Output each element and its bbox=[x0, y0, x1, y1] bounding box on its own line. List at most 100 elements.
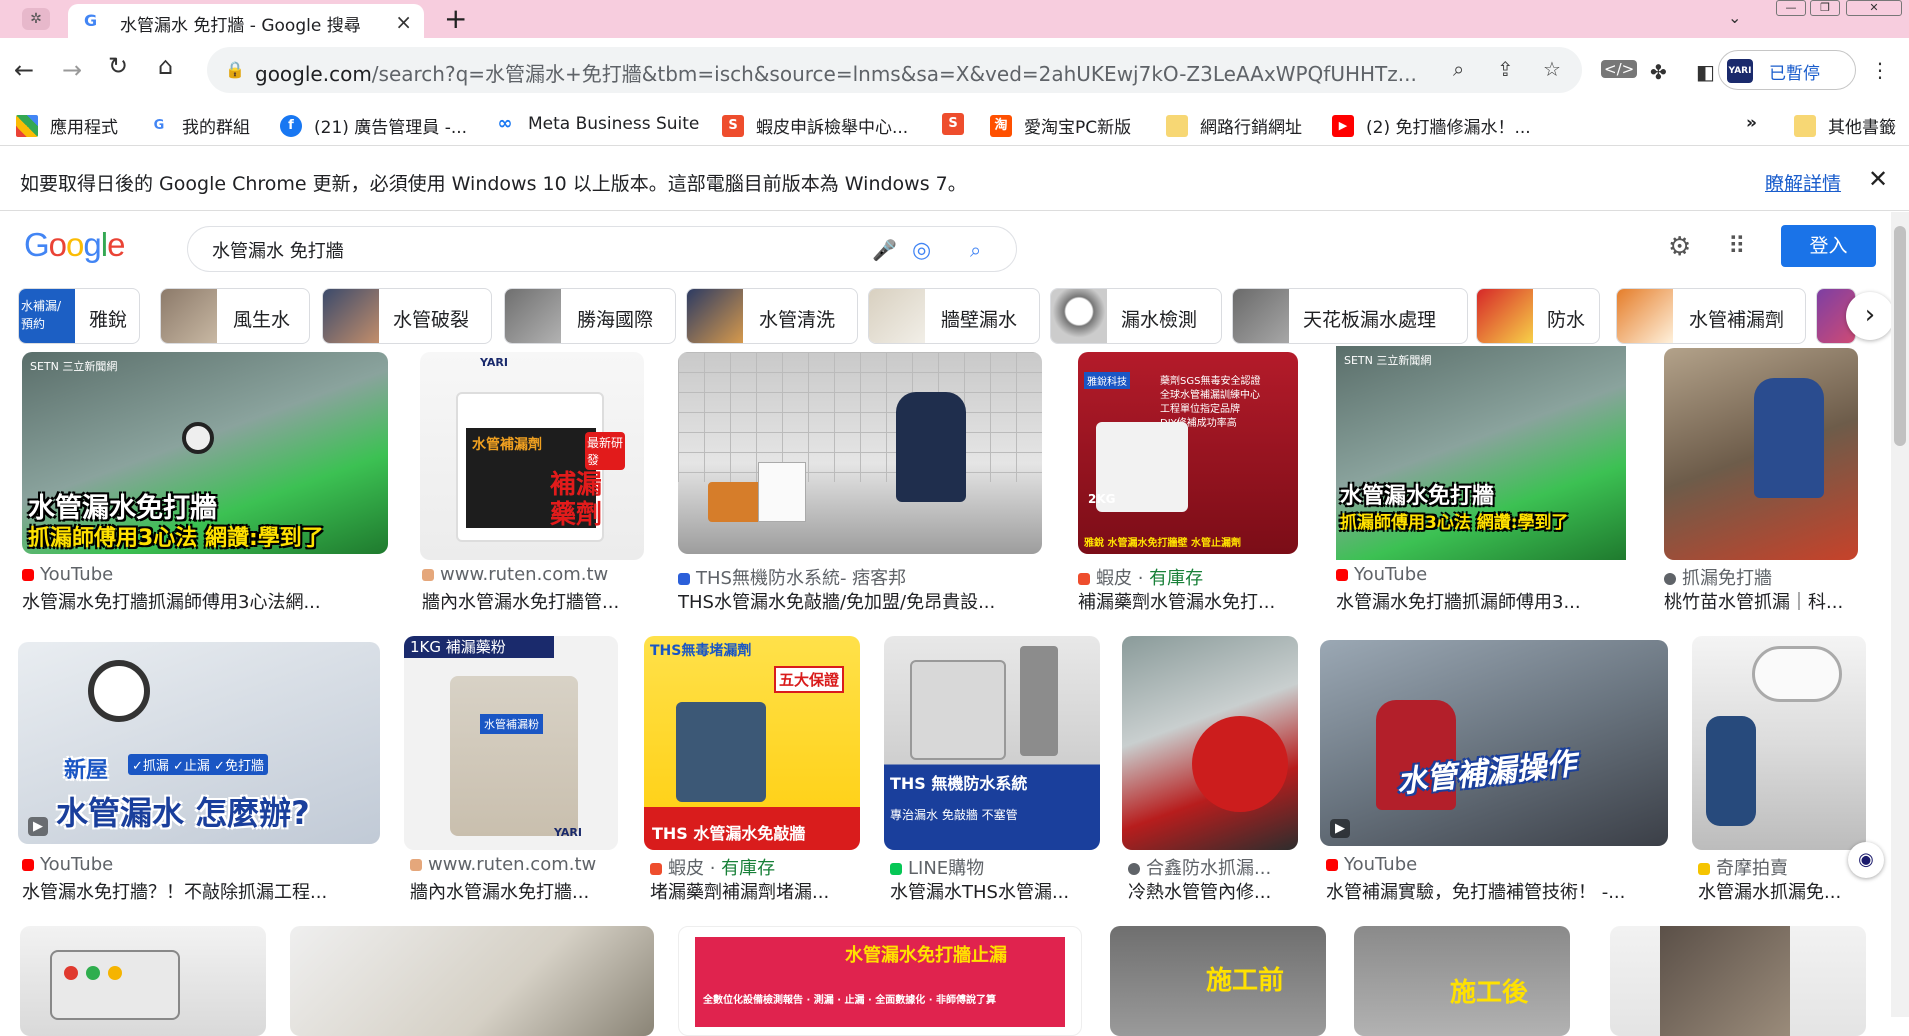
chip-ceiling-leak[interactable]: 天花板漏水處理 bbox=[1232, 288, 1468, 344]
result-source[interactable]: YouTube bbox=[1326, 854, 1417, 875]
result-thumbnail[interactable]: THS無毒堵漏劑 五大保證 THS 水管漏水免敲牆 bbox=[644, 636, 860, 850]
chip-pipe-cleaning[interactable]: 水管清洗 bbox=[686, 288, 858, 344]
result-caption[interactable]: 牆內水管漏水免打牆... bbox=[410, 878, 618, 904]
result-source[interactable]: YouTube bbox=[1336, 564, 1427, 585]
bookmark-other[interactable]: 其他書籤 bbox=[1794, 113, 1896, 138]
bookmarks-overflow-button[interactable]: » bbox=[1746, 113, 1757, 137]
result-thumbnail[interactable]: 1KG 補漏藥粉 水管補漏粉 YARI bbox=[404, 636, 618, 850]
chatgpt-app-icon[interactable]: ✲ bbox=[22, 8, 50, 30]
bookmark-my-groups[interactable]: G 我的群組 bbox=[148, 113, 250, 138]
learn-more-link[interactable]: 瞭解詳情 bbox=[1765, 169, 1841, 196]
voice-search-icon[interactable]: 🎤 bbox=[872, 238, 897, 262]
tab-close-icon[interactable]: × bbox=[395, 10, 412, 34]
chip-waterproof[interactable]: 防水 bbox=[1476, 288, 1600, 344]
result-caption[interactable]: 水管漏水免打牆抓漏師傅用3... bbox=[1336, 588, 1626, 614]
chrome-menu-icon[interactable]: ⋮ bbox=[1870, 58, 1890, 82]
image-result[interactable]: THS無毒堵漏劑 五大保證 THS 水管漏水免敲牆 蝦皮 · 有庫存 堵漏藥劑補… bbox=[644, 636, 864, 906]
browser-tab-active[interactable]: G 水管漏水 免打牆 - Google 搜尋 × bbox=[68, 4, 424, 38]
result-caption[interactable]: 補漏藥劑水管漏水免打... bbox=[1078, 588, 1298, 614]
bookmark-shopee[interactable]: S bbox=[942, 113, 976, 137]
search-box[interactable]: 🎤 ◎ ⌕ bbox=[187, 226, 1017, 272]
result-source[interactable]: 蝦皮 · 有庫存 bbox=[650, 854, 775, 880]
image-result[interactable]: 施工前 bbox=[1110, 926, 1326, 1036]
result-source[interactable]: 奇摩拍賣 bbox=[1698, 854, 1788, 880]
result-caption[interactable]: 牆內水管漏水免打牆管... bbox=[422, 588, 644, 614]
result-caption[interactable]: 桃竹苗水管抓漏｜科... bbox=[1664, 588, 1858, 614]
google-logo[interactable]: Google bbox=[24, 226, 125, 264]
result-thumbnail[interactable]: SETN 三立新聞網 水管漏水免打牆 抓漏師傅用3心法 網讚:學到了 bbox=[1336, 346, 1626, 560]
image-result[interactable]: 抓漏免打牆 桃竹苗水管抓漏｜科... bbox=[1664, 348, 1860, 614]
result-source[interactable]: www.ruten.com.tw bbox=[410, 854, 596, 875]
minimize-icon[interactable]: — bbox=[1776, 0, 1806, 16]
scrollbar-thumb[interactable] bbox=[1894, 226, 1906, 446]
extensions-puzzle-icon[interactable]: ✤ bbox=[1650, 60, 1667, 84]
result-thumbnail[interactable] bbox=[20, 926, 266, 1036]
result-thumbnail[interactable] bbox=[1610, 926, 1866, 1036]
image-result[interactable]: SETN 三立新聞網 水管漏水免打牆 抓漏師傅用3心法 網讚:學到了 YouTu… bbox=[22, 352, 392, 613]
tab-search-icon[interactable]: ⌄ bbox=[1728, 8, 1741, 27]
chip-wall-leak[interactable]: 牆壁漏水 bbox=[868, 288, 1040, 344]
side-panel-icon[interactable]: ◧ bbox=[1696, 60, 1715, 84]
result-thumbnail[interactable] bbox=[290, 926, 654, 1036]
image-result[interactable]: 水管補漏劑 補漏藥劑 最新研發 YARI www.ruten.com.tw 牆內… bbox=[420, 352, 650, 614]
result-caption[interactable]: THS水管漏水免敲牆/免加盟/免昂貴設... bbox=[678, 588, 1042, 614]
image-result[interactable]: THS無機防水系統- 痞客邦 THS水管漏水免敲牆/免加盟/免昂貴設... bbox=[678, 352, 1048, 614]
back-arrow-icon[interactable]: ← bbox=[14, 56, 34, 84]
restore-icon[interactable]: ❐ bbox=[1810, 0, 1840, 16]
result-caption[interactable]: 水管補漏實驗，免打牆補管技術！ -... bbox=[1326, 878, 1666, 904]
bookmark-star-icon[interactable]: ☆ bbox=[1543, 57, 1561, 81]
address-bar[interactable]: 🔒 google.com/search?q=水管漏水+免打牆&tbm=isch&… bbox=[207, 47, 1582, 93]
bookmark-apps[interactable]: 應用程式 bbox=[16, 113, 118, 138]
share-icon[interactable]: ⇪ bbox=[1497, 57, 1514, 81]
result-caption[interactable]: 堵漏藥劑補漏劑堵漏... bbox=[650, 878, 860, 904]
result-source[interactable]: YouTube bbox=[22, 564, 113, 585]
chip-yarui[interactable]: 水補漏/預約 雅銳 bbox=[18, 288, 140, 344]
image-result[interactable]: THS 無機防水系統 專治漏水 免敲牆 不塞管 LINE購物 水管漏水THS水管… bbox=[884, 636, 1104, 906]
search-icon[interactable]: ⌕ bbox=[970, 238, 981, 262]
result-source[interactable]: LINE購物 bbox=[890, 854, 984, 880]
result-source[interactable]: 抓漏免打牆 bbox=[1664, 564, 1772, 590]
bookmark-youtube[interactable]: ▶ (2) 免打牆修漏水！... bbox=[1332, 113, 1531, 138]
chip-pipe-burst[interactable]: 水管破裂 bbox=[322, 288, 492, 344]
settings-gear-icon[interactable]: ⚙ bbox=[1668, 232, 1691, 262]
result-source[interactable]: THS無機防水系統- 痞客邦 bbox=[678, 564, 906, 590]
bookmark-shopee-report[interactable]: S 蝦皮申訴檢舉中心... bbox=[722, 113, 908, 138]
new-tab-button[interactable]: + bbox=[444, 2, 467, 35]
info-bar-close-icon[interactable]: ✕ bbox=[1868, 165, 1888, 193]
result-thumbnail[interactable]: 新屋 ✓抓漏 ✓止漏 ✓免打牆 水管漏水 怎麼辦? ▶ bbox=[18, 642, 380, 844]
chip-leak-detection[interactable]: 漏水檢測 bbox=[1050, 288, 1222, 344]
image-result[interactable]: 新屋 ✓抓漏 ✓止漏 ✓免打牆 水管漏水 怎麼辦? ▶ YouTube 水管漏水… bbox=[18, 642, 384, 906]
assistant-bot-icon[interactable]: ◉ bbox=[1848, 842, 1884, 878]
reload-icon[interactable]: ↻ bbox=[108, 52, 128, 80]
lens-camera-icon[interactable]: ◎ bbox=[912, 238, 931, 263]
result-thumbnail[interactable]: 水管漏水免打牆止漏 全數位化設備檢測報告 · 測漏 · 止漏 · 全面數據化 ·… bbox=[678, 926, 1082, 1036]
lock-icon[interactable]: 🔒 bbox=[225, 60, 245, 79]
profile-paused-button[interactable]: YARI 已暫停 bbox=[1718, 50, 1856, 90]
image-result[interactable]: 雅銳科技 藥劑SGS無毒安全認證 全球水管補漏訓練中心 工程單位指定品牌 DIY… bbox=[1078, 352, 1304, 614]
result-thumbnail[interactable]: THS 無機防水系統 專治漏水 免敲牆 不塞管 bbox=[884, 636, 1100, 850]
address-url[interactable]: google.com/search?q=水管漏水+免打牆&tbm=isch&so… bbox=[255, 58, 1415, 87]
forward-arrow-icon[interactable]: → bbox=[62, 56, 82, 84]
sign-in-button[interactable]: 登入 bbox=[1781, 225, 1876, 267]
image-result[interactable] bbox=[1610, 926, 1866, 1036]
page-scrollbar[interactable] bbox=[1891, 212, 1909, 1017]
result-thumbnail[interactable] bbox=[1664, 348, 1858, 560]
search-input[interactable] bbox=[212, 237, 832, 263]
result-thumbnail[interactable] bbox=[678, 352, 1042, 554]
image-result[interactable]: 奇摩拍賣 水管漏水抓漏免... bbox=[1692, 636, 1868, 906]
result-source[interactable]: www.ruten.com.tw bbox=[422, 564, 608, 585]
result-thumbnail[interactable]: 雅銳科技 藥劑SGS無毒安全認證 全球水管補漏訓練中心 工程單位指定品牌 DIY… bbox=[1078, 352, 1298, 554]
result-thumbnail[interactable]: 水管補漏劑 補漏藥劑 最新研發 YARI bbox=[420, 352, 644, 560]
result-thumbnail[interactable] bbox=[1692, 636, 1866, 850]
result-caption[interactable]: 冷熱水管管內修... bbox=[1128, 878, 1298, 904]
chip-shenghai[interactable]: 勝海國際 bbox=[504, 288, 676, 344]
result-thumbnail[interactable]: SETN 三立新聞網 水管漏水免打牆 抓漏師傅用3心法 網讚:學到了 bbox=[22, 352, 388, 554]
result-caption[interactable]: 水管漏水抓漏免... bbox=[1698, 878, 1866, 904]
result-source[interactable]: YouTube bbox=[22, 854, 113, 875]
image-result[interactable] bbox=[20, 926, 266, 1036]
bookmark-taobao[interactable]: 淘愛淘宝PC新版 bbox=[990, 113, 1131, 138]
result-thumbnail[interactable]: 施工前 bbox=[1110, 926, 1326, 1036]
image-result[interactable]: 水管補漏操作 ▶ YouTube 水管補漏實驗，免打牆補管技術！ -... bbox=[1320, 640, 1672, 906]
window-close-icon[interactable]: ✕ bbox=[1846, 0, 1902, 16]
chip-feng-sheng-shui[interactable]: 風生水 bbox=[160, 288, 310, 344]
